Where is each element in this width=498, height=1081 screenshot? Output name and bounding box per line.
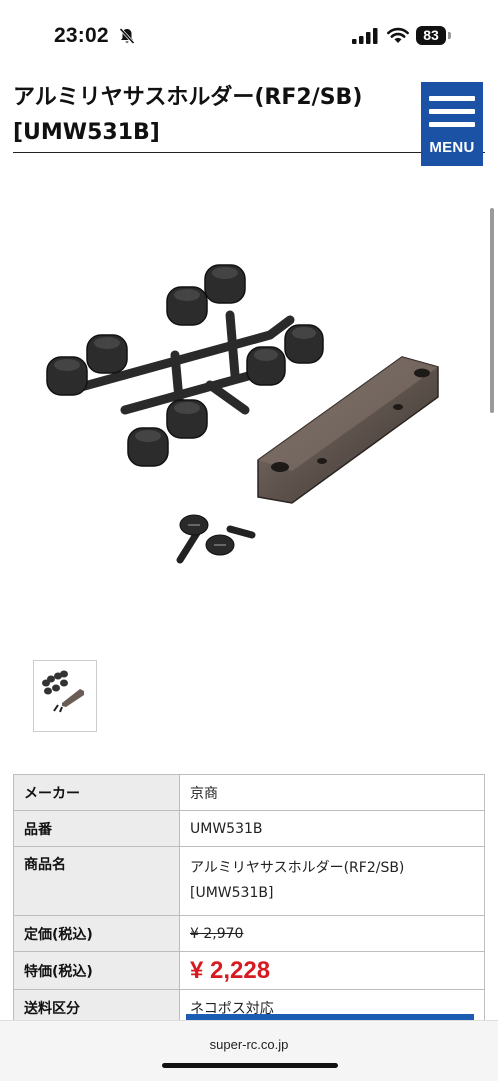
row-value: UMW531B [179,810,485,847]
product-name-line: アルミリヤサスホルダー(RF2/SB) [190,860,405,876]
row-label: 定価(税込) [13,915,180,952]
row-value: 京商 [179,774,485,811]
menu-label: MENU [429,139,475,156]
sale-price: ¥ 2,228 [190,956,271,984]
table-row: メーカー 京商 [13,774,485,811]
browser-address-bar[interactable]: super-rc.co.jp [0,1020,498,1081]
table-row: 商品名 アルミリヤサスホルダー(RF2/SB) [UMW531B] [13,846,485,916]
battery-icon: 83 [416,26,452,45]
home-indicator[interactable] [162,1063,338,1068]
bell-slash-icon [119,27,135,45]
table-row: 品番 UMW531B [13,810,485,847]
product-photo[interactable] [30,235,470,595]
battery-tip [448,32,451,39]
hamburger-icon [429,96,475,135]
thumbnail-image [42,670,84,713]
wifi-icon [387,27,409,43]
scroll-indicator[interactable] [490,208,494,413]
table-row: 特価(税込) ¥ 2,228 [13,951,485,990]
product-code-line: [UMW531B] [190,885,274,901]
spec-table: メーカー 京商 品番 UMW531B 商品名 アルミリヤサスホルダー(RF2/S… [13,774,485,1035]
title-divider [13,152,485,153]
menu-button[interactable]: MENU [421,82,483,166]
battery-level: 83 [416,26,446,45]
row-label: 商品名 [13,846,180,916]
row-value: アルミリヤサスホルダー(RF2/SB) [UMW531B] [179,846,485,916]
page-title: アルミリヤサスホルダー(RF2/SB) [UMW531B] [13,85,363,145]
product-thumbnail[interactable] [33,660,97,732]
row-value: ¥ 2,228 [179,951,485,990]
row-label: メーカー [13,774,180,811]
row-label: 品番 [13,810,180,847]
list-price: ¥ 2,970 [190,925,244,942]
status-time: 23:02 [54,24,109,47]
status-bar: 23:02 83 [0,0,498,72]
row-label: 特価(税込) [13,951,180,990]
table-row: 定価(税込) ¥ 2,970 [13,915,485,952]
row-value: ¥ 2,970 [179,915,485,952]
signal-icon [352,28,378,44]
url-text[interactable]: super-rc.co.jp [0,1037,498,1052]
